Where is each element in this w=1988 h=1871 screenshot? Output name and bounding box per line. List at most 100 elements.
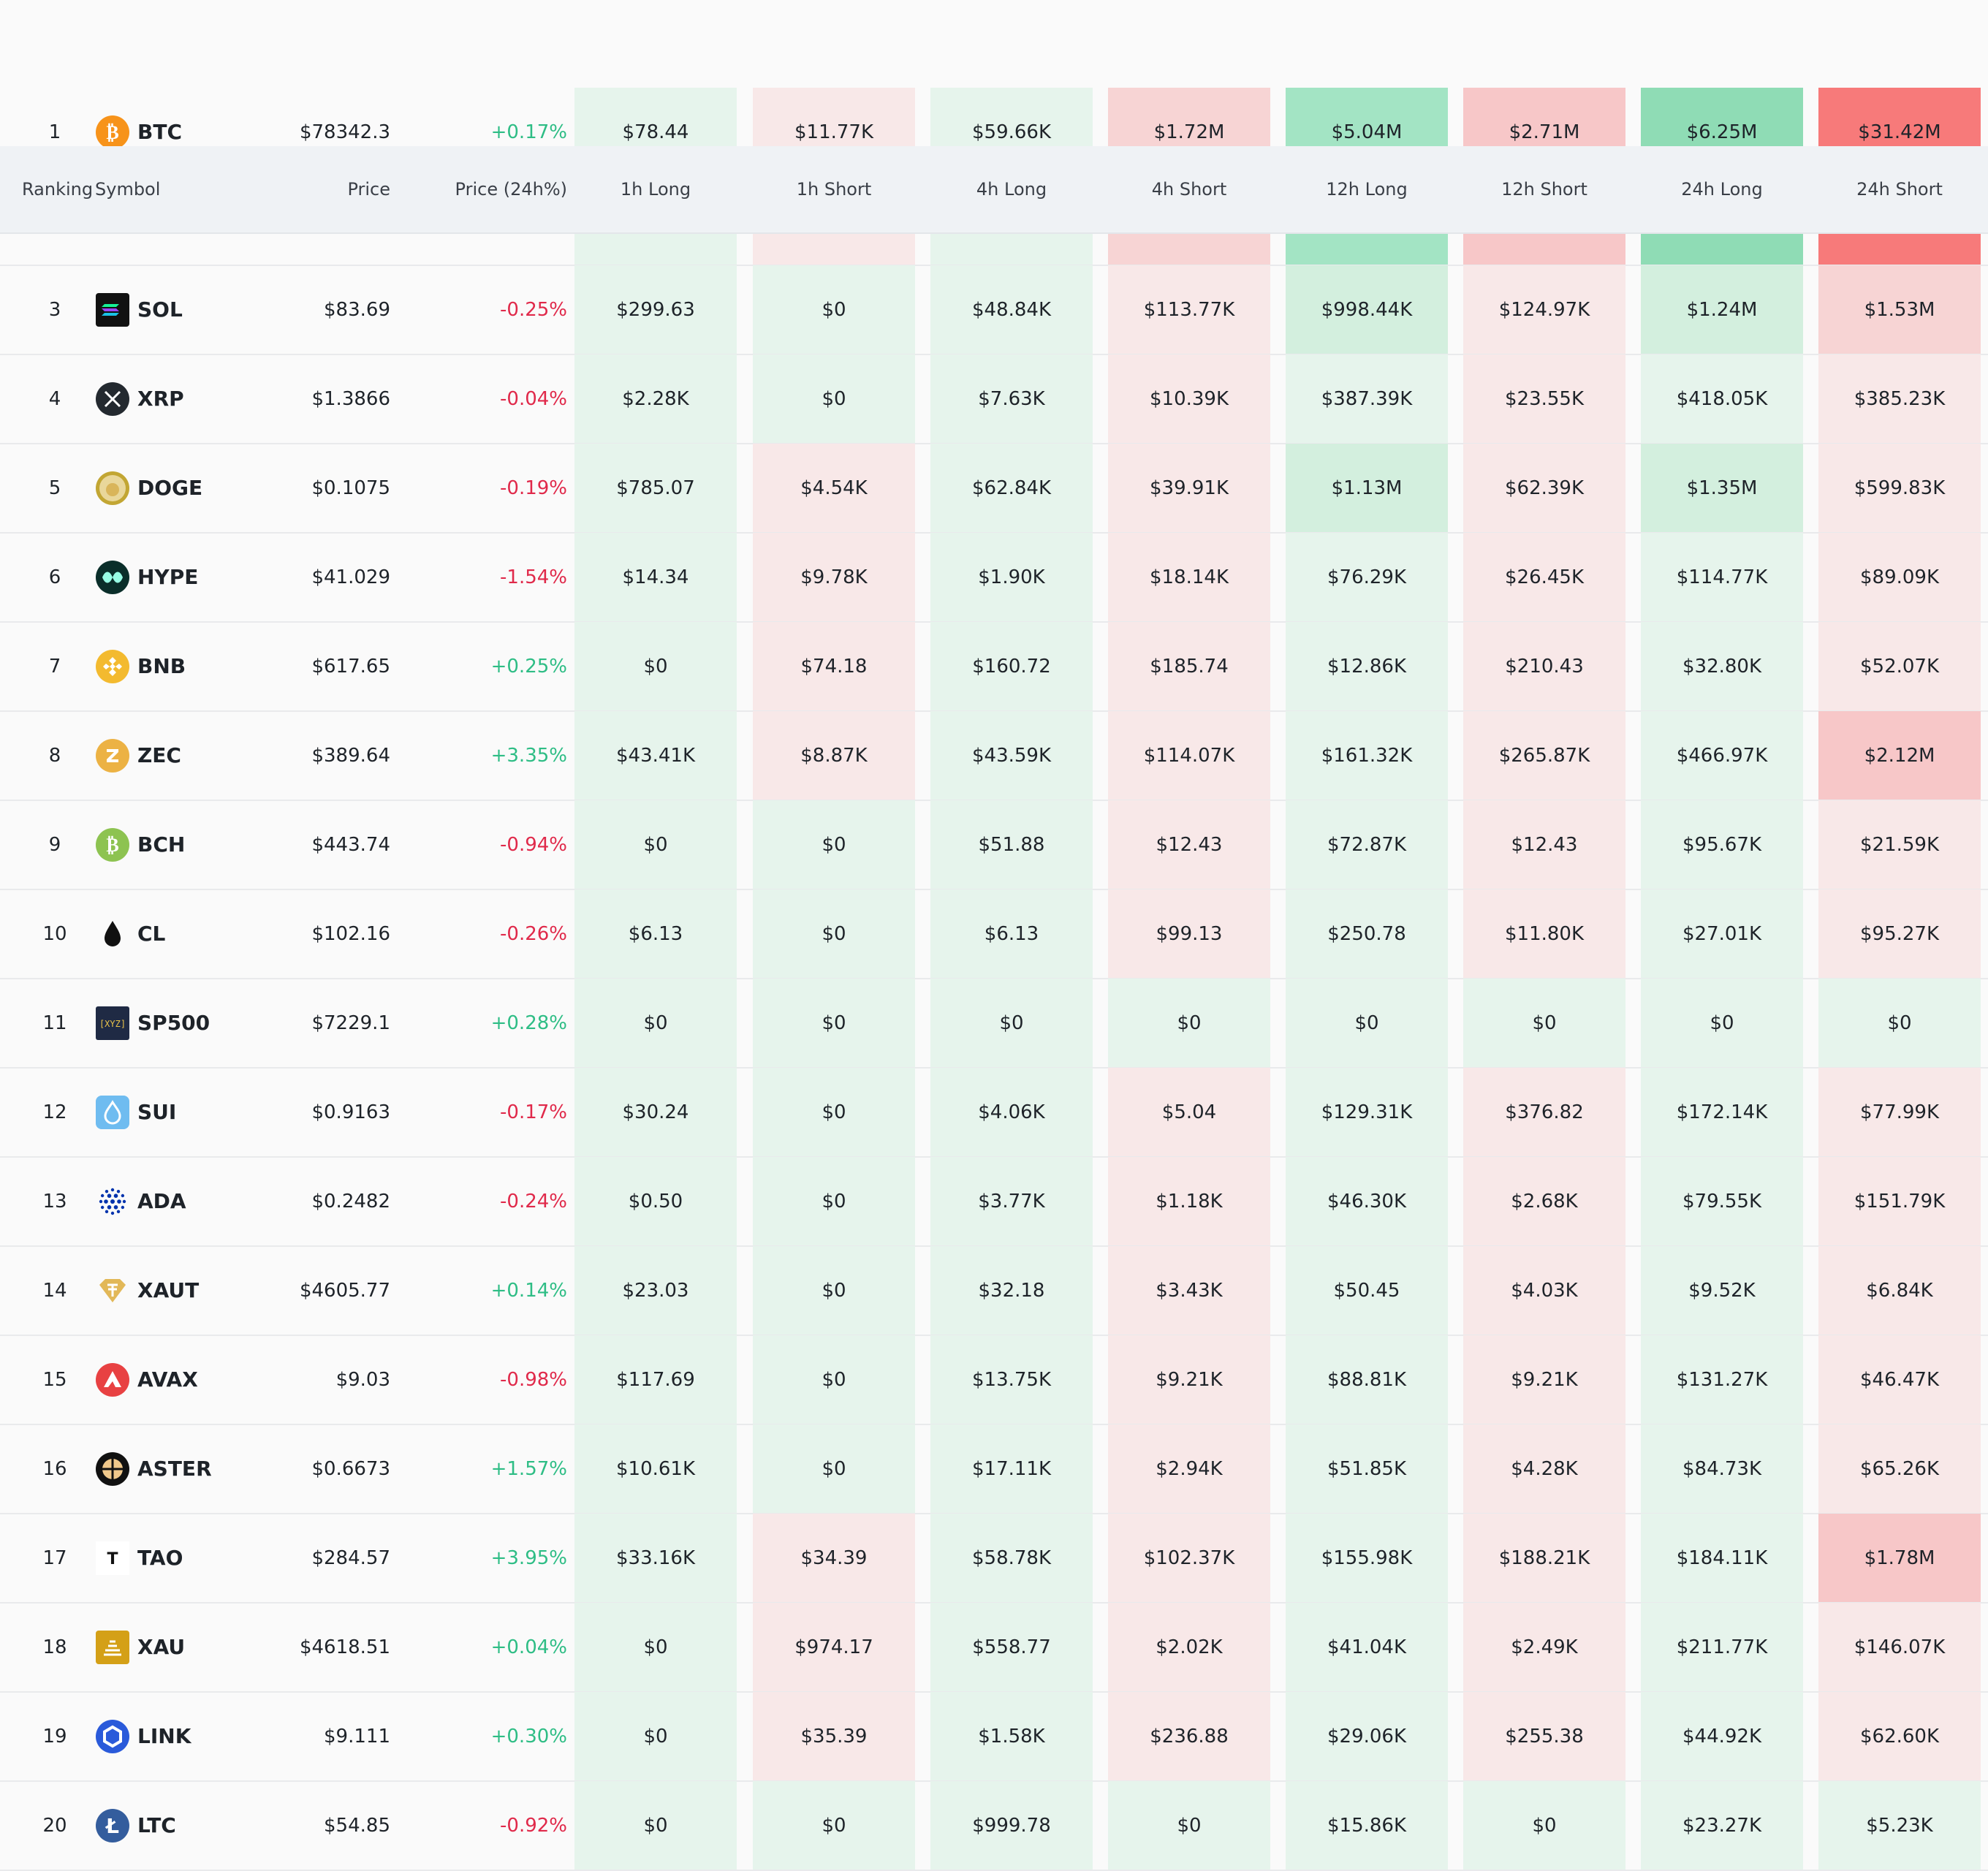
header-change[interactable]: Price (24h%) — [409, 146, 567, 232]
symbol-link[interactable]: SOL — [137, 265, 284, 354]
table-row[interactable]: 6 HYPE $41.029 -1.54% $14.34 $9.78K $1.90K $18.… — [0, 533, 1988, 622]
liquidation-value: $0 — [643, 834, 668, 856]
symbol-link[interactable]: CL — [137, 889, 284, 979]
liquidation-value: $0.50 — [628, 1191, 683, 1212]
liquidation-value: $3.77K — [978, 1191, 1045, 1212]
liquidation-value: $1.90K — [978, 566, 1045, 588]
table-row[interactable]: 14 XAUT $4605.77 +0.14% $23.03 $0 $32.18 $3.43K… — [0, 1246, 1988, 1335]
liquidation-value: $418.05K — [1676, 388, 1768, 410]
table-row[interactable]: 20 Ł LTC $54.85 -0.92% $0 $0 $999.78 $0 $15.86K $0… — [0, 1781, 1988, 1870]
liquidation-value: $95.27K — [1859, 923, 1940, 945]
liquidation-value: $2.94K — [1156, 1458, 1223, 1480]
liquidation-value: $211.77K — [1676, 1636, 1768, 1658]
rank-cell: 14 — [42, 1280, 67, 1302]
liquidation-value: $76.29K — [1327, 566, 1407, 588]
header-4h-short[interactable]: 4h Short — [1108, 146, 1270, 232]
liquidation-value: $17.11K — [971, 1458, 1052, 1480]
sui-icon — [95, 1095, 130, 1130]
liquidation-value: $6.84K — [1866, 1280, 1933, 1302]
rank-cell: 19 — [42, 1726, 67, 1747]
oil-drop-icon — [95, 916, 130, 952]
table-row[interactable]: 10 CL $102.16 -0.26% $6.13 $0 $6.13 $99.13 $250.… — [0, 889, 1988, 979]
liquidation-value: $23.27K — [1682, 1815, 1762, 1837]
litecoin-icon: Ł — [95, 1808, 130, 1843]
price-cell: $9.111 — [324, 1726, 390, 1747]
liquidation-value: $0 — [643, 656, 668, 678]
header-12h-long[interactable]: 12h Long — [1286, 146, 1448, 232]
table-row[interactable]: 4 XRP $1.3866 -0.04% $2.28K $0 $7.63K $10.39K $3… — [0, 354, 1988, 444]
table-row[interactable]: 17 T TAO $284.57 +3.95% $33.16K $34.39 $58.78K $… — [0, 1514, 1988, 1603]
change-cell: -1.54% — [500, 566, 567, 588]
header-24h-long[interactable]: 24h Long — [1641, 146, 1803, 232]
liquidation-value: $11.80K — [1504, 923, 1585, 945]
table-row[interactable]: 7 BNB $617.65 +0.25% $0 $74.18 $160.72 $185.74 $… — [0, 622, 1988, 711]
table-row[interactable]: 15 AVAX $9.03 -0.98% $117.69 $0 $13.75K $9.21K $… — [0, 1335, 1988, 1424]
svg-text:T: T — [107, 1550, 118, 1568]
table-row[interactable]: 8 ZEC $389.64 +3.35% $43.41K $8.87K $43.59K $11… — [0, 711, 1988, 800]
table-row[interactable]: 11 [XYZ] SP500 $7229.1 +0.28% $0 $0 $0 $0 $0 $0 $0 $… — [0, 979, 1988, 1068]
header-12h-short[interactable]: 12h Short — [1463, 146, 1625, 232]
rank-cell: 13 — [42, 1191, 67, 1212]
symbol-link[interactable]: XAU — [137, 1603, 284, 1692]
symbol-link[interactable]: LINK — [137, 1692, 284, 1781]
change-cell: +3.35% — [490, 745, 567, 767]
liquidation-table: 1 ₿ BTC $78342.3 +0.17% $78.44 $11.77K $59.66K $… — [0, 0, 1988, 1871]
symbol-link[interactable]: XAUT — [137, 1246, 284, 1335]
symbol-link[interactable]: ZEC — [137, 711, 284, 800]
change-cell: -0.26% — [500, 923, 567, 945]
price-cell: $0.9163 — [311, 1101, 390, 1123]
header-4h-long[interactable]: 4h Long — [930, 146, 1093, 232]
header-1h-long[interactable]: 1h Long — [574, 146, 737, 232]
symbol-link[interactable]: TAO — [137, 1514, 284, 1603]
liquidation-value: $1.58K — [978, 1726, 1045, 1747]
liquidation-value: $2.49K — [1511, 1636, 1578, 1658]
rank-cell: 7 — [48, 656, 61, 678]
price-cell: $617.65 — [311, 656, 390, 678]
liquidation-value: $4.03K — [1511, 1280, 1578, 1302]
symbol-link[interactable]: BCH — [137, 800, 284, 889]
symbol-link[interactable]: ADA — [137, 1157, 284, 1246]
liquidation-value: $58.78K — [971, 1547, 1052, 1569]
svg-text:[XYZ]: [XYZ] — [99, 1019, 126, 1029]
header-symbol[interactable]: Symbol — [95, 146, 160, 232]
symbol-link[interactable]: SP500 — [137, 979, 284, 1068]
liquidation-value: $62.39K — [1504, 477, 1585, 499]
hype-icon — [95, 560, 130, 595]
header-price[interactable]: Price — [278, 146, 390, 232]
liquidation-value: $161.32K — [1321, 745, 1413, 767]
symbol-link[interactable]: AVAX — [137, 1335, 284, 1424]
liquidation-value: $30.24 — [622, 1101, 689, 1123]
table-row[interactable]: 3 SOL $83.69 -0.25% $299.63 $0 $48.84K $113.77K… — [0, 265, 1988, 354]
table-header: Ranking Symbol Price Price (24h%) 1h Lon… — [0, 146, 1988, 234]
symbol-link[interactable]: DOGE — [137, 444, 284, 533]
table-row[interactable]: 9 ₿ BCH $443.74 -0.94% $0 $0 $51.88 $12.43 $72.87… — [0, 800, 1988, 889]
tao-icon: T — [95, 1541, 130, 1576]
rank-cell: 4 — [48, 388, 61, 410]
header-24h-short[interactable]: 24h Short — [1818, 146, 1981, 232]
table-row[interactable]: 16 ASTER $0.6673 +1.57% $10.61K $0 $17.11K $2.9… — [0, 1424, 1988, 1514]
liquidation-value: $12.86K — [1327, 656, 1407, 678]
header-ranking[interactable]: Ranking — [22, 146, 93, 232]
symbol-link[interactable]: SUI — [137, 1068, 284, 1157]
symbol-link[interactable]: BNB — [137, 622, 284, 711]
liquidation-value: $387.39K — [1321, 388, 1413, 410]
table-row[interactable]: 19 LINK $9.111 +0.30% $0 $35.39 $1.58K $236.88 $… — [0, 1692, 1988, 1781]
liquidation-value: $0 — [822, 1191, 846, 1212]
liquidation-value: $0 — [643, 1012, 668, 1034]
price-cell: $4618.51 — [299, 1636, 390, 1658]
xyz-icon: [XYZ] — [95, 1006, 130, 1041]
symbol-link[interactable]: LTC — [137, 1781, 284, 1870]
table-row[interactable]: 12 SUI $0.9163 -0.17% $30.24 $0 $4.06K $5.04 $12… — [0, 1068, 1988, 1157]
symbol-link[interactable]: HYPE — [137, 533, 284, 622]
table-row[interactable]: 5 DOGE $0.1075 -0.19% $785.07 $4.54K $62.84K $3… — [0, 444, 1988, 533]
change-cell: +0.14% — [490, 1280, 567, 1302]
table-row[interactable]: 18 XAU $4618.51 +0.04% $0 $974.17 $558.77 $2.02… — [0, 1603, 1988, 1692]
price-cell: $443.74 — [311, 834, 390, 856]
rank-cell: 5 — [48, 477, 61, 499]
symbol-link[interactable]: ASTER — [137, 1424, 284, 1514]
liquidation-value: $1.18K — [1156, 1191, 1223, 1212]
header-1h-short[interactable]: 1h Short — [753, 146, 915, 232]
liquidation-value: $0 — [822, 834, 846, 856]
table-row[interactable]: 13 ADA $0.2482 -0.24% $0.50 $0 $3.77K $1.18K $46… — [0, 1157, 1988, 1246]
symbol-link[interactable]: XRP — [137, 354, 284, 444]
